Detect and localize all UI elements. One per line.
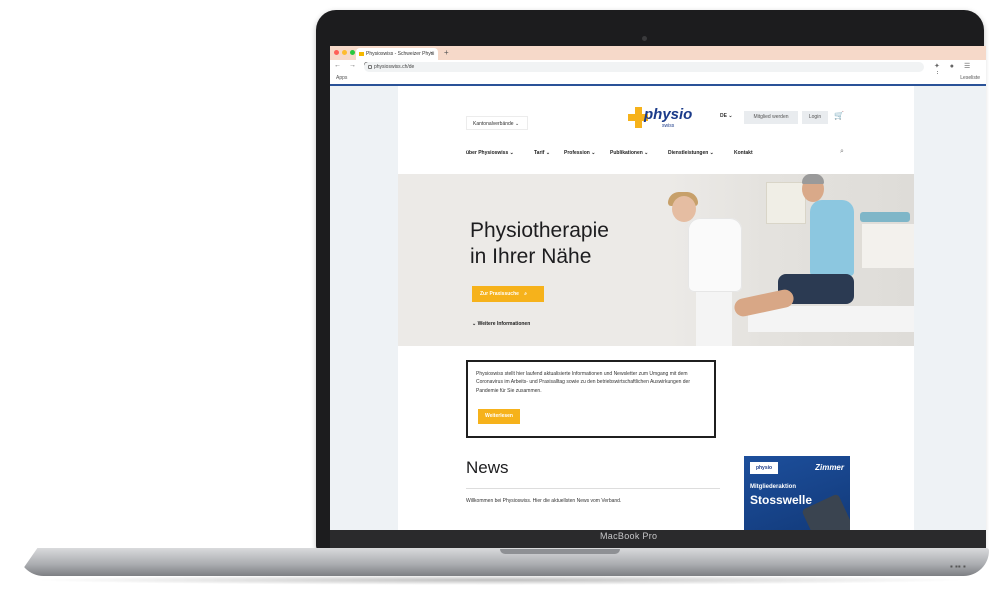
hero-title-line1: Physiotherapie bbox=[470, 219, 609, 242]
lock-icon bbox=[368, 65, 372, 69]
laptop-hinge bbox=[330, 530, 986, 548]
search-icon: ⌕ bbox=[524, 291, 528, 297]
patient-hair bbox=[802, 174, 824, 184]
promo-logo: physio bbox=[750, 462, 778, 474]
camera-icon bbox=[642, 36, 647, 41]
laptop-model-label: MacBook Pro bbox=[600, 531, 658, 541]
language-selector[interactable]: DE ⌄ bbox=[720, 113, 733, 119]
promo-line1: Mitgliederaktion bbox=[750, 484, 797, 490]
nav-item-contact[interactable]: Kontakt bbox=[734, 150, 753, 156]
close-window-icon[interactable] bbox=[334, 50, 339, 55]
nav-item-tariff[interactable]: Tarif ⌄ bbox=[534, 150, 550, 156]
reading-list[interactable]: Leseliste bbox=[960, 75, 980, 81]
nav-item-publications[interactable]: Publikationen ⌄ bbox=[610, 150, 648, 156]
logo-subtext: swiss bbox=[662, 123, 675, 129]
therapist-figure bbox=[688, 218, 742, 292]
anatomy-chart-image bbox=[766, 182, 806, 224]
news-intro: Willkommen bei Physioswiss. Hier die akt… bbox=[466, 498, 622, 504]
laptop-opening-notch bbox=[500, 549, 620, 554]
laptop-shadow bbox=[30, 575, 970, 585]
find-practice-button[interactable]: Zur Praxissuche ⌕ bbox=[472, 286, 544, 302]
find-practice-label: Zur Praxissuche bbox=[480, 291, 519, 297]
laptop-screen: Physioswiss - Schweizer Physi × + ← → C … bbox=[330, 46, 986, 530]
bookmarks-bar: Apps Leseliste bbox=[330, 74, 986, 86]
nav-item-services[interactable]: Dienstleistungen ⌄ bbox=[668, 150, 714, 156]
cart-icon[interactable]: 🛒 bbox=[834, 111, 844, 120]
maximize-window-icon[interactable] bbox=[350, 50, 355, 55]
browser-tab[interactable]: Physioswiss - Schweizer Physi bbox=[356, 48, 438, 60]
site-header: Kantonalverbände ⌄ physio swiss DE ⌄ Mit… bbox=[398, 86, 914, 141]
tab-close-icon[interactable]: × bbox=[430, 48, 434, 60]
favicon-icon bbox=[359, 52, 364, 56]
towel-image bbox=[860, 212, 910, 222]
news-divider bbox=[466, 488, 720, 489]
nav-item-about[interactable]: über Physioswiss ⌄ bbox=[466, 150, 514, 156]
login-button[interactable]: Login bbox=[802, 111, 828, 124]
become-member-button[interactable]: Mitglied werden bbox=[744, 111, 798, 124]
notice-text: Physioswiss stellt hier laufend aktualis… bbox=[476, 371, 690, 394]
therapist-head bbox=[672, 196, 696, 222]
page-background: Kantonalverbände ⌄ physio swiss DE ⌄ Mit… bbox=[330, 86, 986, 530]
news-heading: News bbox=[466, 458, 509, 477]
browser-tabbar: Physioswiss - Schweizer Physi × + bbox=[330, 46, 986, 60]
hero-title-line2: in Ihrer Nähe bbox=[470, 245, 592, 268]
nav-item-profession[interactable]: Profession ⌄ bbox=[564, 150, 595, 156]
promo-line2: Stosswelle bbox=[750, 493, 813, 507]
promo-banner[interactable]: physio Zimmer Mitgliederaktion Stosswell… bbox=[744, 456, 850, 530]
therapist-pants bbox=[696, 286, 732, 346]
logo-cross-icon-vertical bbox=[635, 107, 642, 128]
more-info-link[interactable]: ⌄ Weitere Informationen bbox=[472, 321, 530, 327]
cantons-dropdown[interactable]: Kantonalverbände ⌄ bbox=[466, 116, 528, 130]
window-controls[interactable] bbox=[334, 50, 355, 55]
bookmark-apps[interactable]: Apps bbox=[336, 75, 347, 81]
corona-notice-box: Physioswiss stellt hier laufend aktualis… bbox=[466, 360, 716, 438]
hero-title: Physiotherapie in Ihrer Nähe bbox=[470, 218, 670, 270]
hero-banner: Physiotherapie in Ihrer Nähe Zur Praxiss… bbox=[398, 174, 914, 346]
read-more-button[interactable]: Weiterlesen bbox=[478, 409, 520, 424]
shelf-image bbox=[860, 224, 914, 268]
browser-toolbar: ← → C physioswiss.ch/de ✦ ● ☰ ⋮ bbox=[330, 60, 986, 78]
logo-text: physio bbox=[644, 106, 693, 123]
minimize-window-icon[interactable] bbox=[342, 50, 347, 55]
site-container: Kantonalverbände ⌄ physio swiss DE ⌄ Mit… bbox=[398, 86, 914, 530]
new-tab-button[interactable]: + bbox=[444, 48, 449, 57]
laptop-ports: ▪ ▪▪ ▪ bbox=[950, 562, 966, 571]
address-bar[interactable]: physioswiss.ch/de bbox=[364, 62, 924, 72]
promo-brand: Zimmer bbox=[815, 463, 844, 472]
main-navigation: über Physioswiss ⌄ Tarif ⌄ Profession ⌄ … bbox=[398, 146, 914, 166]
site-logo[interactable]: physio swiss bbox=[628, 104, 692, 134]
patient-figure bbox=[810, 200, 854, 276]
search-icon[interactable]: ⌕ bbox=[840, 148, 844, 156]
